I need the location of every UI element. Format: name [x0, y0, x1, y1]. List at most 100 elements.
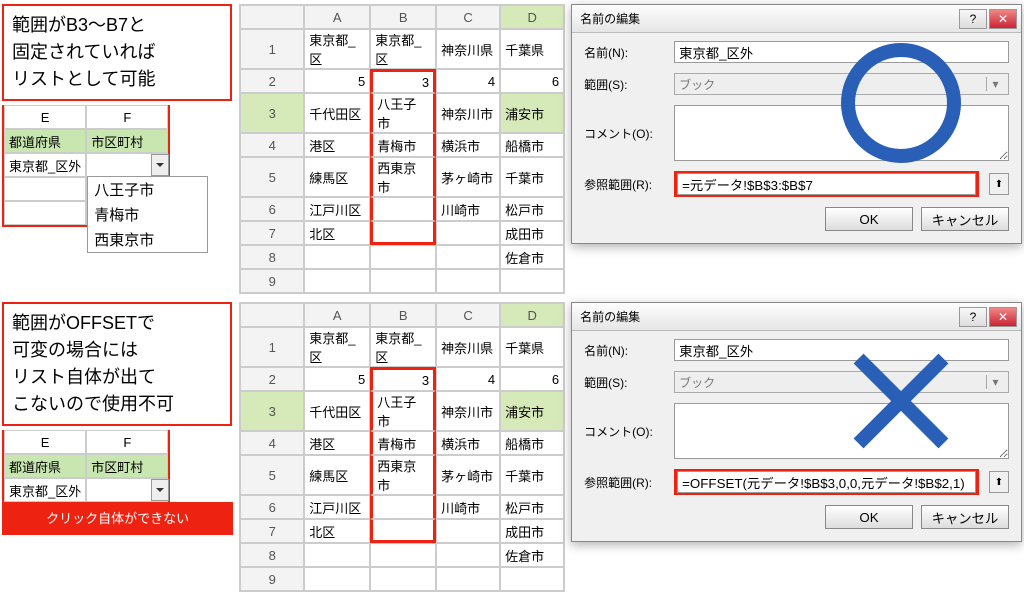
col-header[interactable]: A: [304, 303, 370, 327]
cell[interactable]: 船橋市: [500, 431, 564, 455]
cell[interactable]: [436, 269, 500, 293]
cell[interactable]: 千葉県: [500, 29, 564, 69]
cell[interactable]: 横浜市: [436, 133, 500, 157]
cell[interactable]: 神奈川県: [436, 29, 500, 69]
range-picker-button[interactable]: ⬆: [989, 173, 1009, 195]
cell[interactable]: 6: [500, 69, 564, 93]
dialog-titlebar[interactable]: 名前の編集 ? ✕: [572, 303, 1021, 331]
cell[interactable]: 茅ヶ崎市: [436, 157, 500, 197]
comment-field[interactable]: [674, 403, 1009, 459]
cell[interactable]: 茅ヶ崎市: [436, 455, 500, 495]
ok-button[interactable]: OK: [825, 207, 913, 231]
cell[interactable]: 練馬区: [304, 455, 370, 495]
cell[interactable]: 西東京市: [370, 157, 436, 197]
dropdown-cell[interactable]: [86, 478, 168, 502]
cell[interactable]: 3: [370, 69, 436, 93]
cell[interactable]: 東京都_区: [304, 327, 370, 367]
cell[interactable]: 成田市: [500, 221, 564, 245]
cell[interactable]: 川崎市: [436, 495, 500, 519]
col-header[interactable]: D: [500, 303, 564, 327]
name-field[interactable]: [674, 339, 1009, 361]
ok-button[interactable]: OK: [825, 505, 913, 529]
cancel-button[interactable]: キャンセル: [921, 505, 1009, 529]
cell[interactable]: 八王子市: [370, 391, 436, 431]
cell[interactable]: [304, 269, 370, 293]
cell[interactable]: [436, 567, 500, 591]
cell[interactable]: 佐倉市: [500, 245, 564, 269]
help-button[interactable]: ?: [959, 307, 987, 327]
cell[interactable]: [436, 221, 500, 245]
dialog-titlebar[interactable]: 名前の編集 ? ✕: [572, 5, 1021, 33]
cell[interactable]: 横浜市: [436, 431, 500, 455]
close-button[interactable]: ✕: [989, 9, 1017, 29]
cell[interactable]: 4: [436, 367, 500, 391]
cell[interactable]: 5: [304, 367, 370, 391]
cell[interactable]: 東京都_区: [370, 327, 436, 367]
help-button[interactable]: ?: [959, 9, 987, 29]
dropdown-option[interactable]: 西東京市: [88, 227, 206, 252]
dropdown-list[interactable]: 八王子市 青梅市 西東京市: [87, 176, 207, 253]
dropdown-option[interactable]: 八王子市: [88, 177, 206, 202]
cell[interactable]: 東京都_区: [370, 29, 436, 69]
cell[interactable]: [370, 495, 436, 519]
cell[interactable]: 江戸川区: [304, 495, 370, 519]
col-header[interactable]: D: [500, 5, 564, 29]
cell[interactable]: 船橋市: [500, 133, 564, 157]
cell[interactable]: 川崎市: [436, 197, 500, 221]
cell[interactable]: 成田市: [500, 519, 564, 543]
cell[interactable]: 青梅市: [370, 133, 436, 157]
close-button[interactable]: ✕: [989, 307, 1017, 327]
cell[interactable]: [304, 567, 370, 591]
main-sheet[interactable]: ABCD 1東京都_区東京都_区神奈川県千葉県 25346 3千代田区八王子市神…: [239, 302, 565, 592]
cell[interactable]: 千葉市: [500, 157, 564, 197]
main-sheet[interactable]: ABCD 1東京都_区東京都_区神奈川県千葉県 25346 3千代田区八王子市神…: [239, 4, 565, 294]
cell[interactable]: 港区: [304, 133, 370, 157]
dropdown-arrow-icon[interactable]: [151, 479, 169, 501]
cell[interactable]: [370, 519, 436, 543]
cell[interactable]: [304, 245, 370, 269]
col-header[interactable]: B: [370, 5, 436, 29]
cell[interactable]: 浦安市: [500, 93, 564, 133]
cell[interactable]: 江戸川区: [304, 197, 370, 221]
cell[interactable]: 松戸市: [500, 197, 564, 221]
name-field[interactable]: [674, 41, 1009, 63]
cell[interactable]: 6: [500, 367, 564, 391]
range-picker-button[interactable]: ⬆: [989, 471, 1009, 493]
cell[interactable]: [370, 245, 436, 269]
comment-field[interactable]: [674, 105, 1009, 161]
cell[interactable]: 東京都_区: [304, 29, 370, 69]
reference-field[interactable]: [677, 173, 976, 195]
col-header[interactable]: A: [304, 5, 370, 29]
cell[interactable]: 佐倉市: [500, 543, 564, 567]
cell[interactable]: 神奈川市: [436, 93, 500, 133]
col-header[interactable]: C: [436, 303, 500, 327]
col-header[interactable]: C: [436, 5, 500, 29]
cell[interactable]: [370, 543, 436, 567]
cell[interactable]: 八王子市: [370, 93, 436, 133]
cell[interactable]: 西東京市: [370, 455, 436, 495]
cell[interactable]: [500, 269, 564, 293]
cell[interactable]: 港区: [304, 431, 370, 455]
cell[interactable]: [370, 567, 436, 591]
cell[interactable]: 3: [370, 367, 436, 391]
cell[interactable]: 神奈川市: [436, 391, 500, 431]
dropdown-option[interactable]: 青梅市: [88, 202, 206, 227]
cell[interactable]: [370, 197, 436, 221]
cell[interactable]: [436, 543, 500, 567]
cell[interactable]: 千葉市: [500, 455, 564, 495]
dropdown-arrow-icon[interactable]: [151, 154, 169, 176]
cell[interactable]: 神奈川県: [436, 327, 500, 367]
cell[interactable]: [370, 269, 436, 293]
cell[interactable]: 松戸市: [500, 495, 564, 519]
cell[interactable]: 青梅市: [370, 431, 436, 455]
cell[interactable]: [500, 567, 564, 591]
cell[interactable]: 千代田区: [304, 391, 370, 431]
cell[interactable]: 千葉県: [500, 327, 564, 367]
col-header[interactable]: B: [370, 303, 436, 327]
cell[interactable]: 4: [436, 69, 500, 93]
cell[interactable]: [436, 519, 500, 543]
cell[interactable]: 千代田区: [304, 93, 370, 133]
cell[interactable]: 北区: [304, 221, 370, 245]
cell[interactable]: [370, 221, 436, 245]
reference-field[interactable]: [677, 471, 976, 493]
